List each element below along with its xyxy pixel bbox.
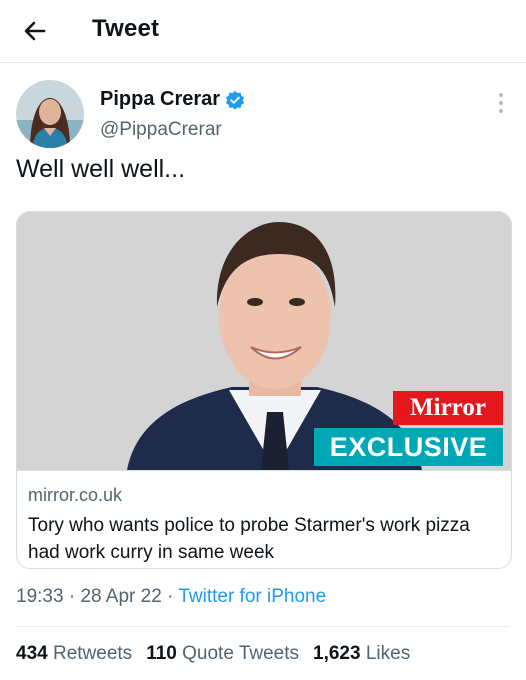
top-bar: Tweet [0, 0, 526, 63]
meta-separator: · [68, 586, 76, 607]
tweet-stats: 434 Retweets 110 Quote Tweets 1,623 Like… [16, 643, 424, 665]
card-title: Tory who wants police to probe Starmer's… [28, 515, 470, 563]
retweets-label: Retweets [52, 643, 133, 664]
quote-tweets-stat[interactable]: 110 Quote Tweets [146, 643, 299, 665]
exclusive-badge: EXCLUSIVE [314, 428, 503, 466]
author-name-row: Pippa Crerar [100, 88, 245, 111]
meta-separator: · [167, 586, 174, 607]
avatar[interactable] [16, 80, 84, 148]
tweet-time[interactable]: 19:33 [16, 586, 64, 607]
arrow-left-icon[interactable] [18, 14, 52, 48]
card-domain: mirror.co.uk [28, 485, 123, 505]
card-image: Mirror EXCLUSIVE [17, 212, 511, 470]
quotes-count: 110 [146, 643, 177, 664]
more-options-icon[interactable] [498, 92, 504, 114]
tweet-meta: 19:33 · 28 Apr 22 · Twitter for iPhone [16, 586, 326, 608]
tweet-text: Well well well... [16, 155, 186, 183]
link-card[interactable]: Mirror EXCLUSIVE mirror.co.uk Tory who w… [16, 211, 512, 569]
tweet-author: Pippa Crerar @PippaCrerar [16, 80, 510, 150]
retweets-count: 434 [16, 643, 48, 664]
author-name[interactable]: Pippa Crerar [100, 88, 220, 111]
quotes-label: Quote Tweets [182, 643, 300, 664]
likes-label: Likes [365, 643, 411, 664]
page-title: Tweet [92, 15, 160, 42]
mirror-badge: Mirror [393, 391, 503, 425]
tweet-source-link[interactable]: Twitter for iPhone [178, 586, 326, 607]
divider [16, 626, 510, 627]
author-handle[interactable]: @PippaCrerar [100, 119, 222, 141]
retweets-stat[interactable]: 434 Retweets [16, 643, 132, 665]
tweet-date[interactable]: 28 Apr 22 [80, 586, 161, 607]
verified-badge-icon [225, 90, 245, 110]
likes-count: 1,623 [313, 643, 361, 664]
likes-stat[interactable]: 1,623 Likes [313, 643, 410, 665]
card-body: mirror.co.uk Tory who wants police to pr… [17, 470, 511, 568]
